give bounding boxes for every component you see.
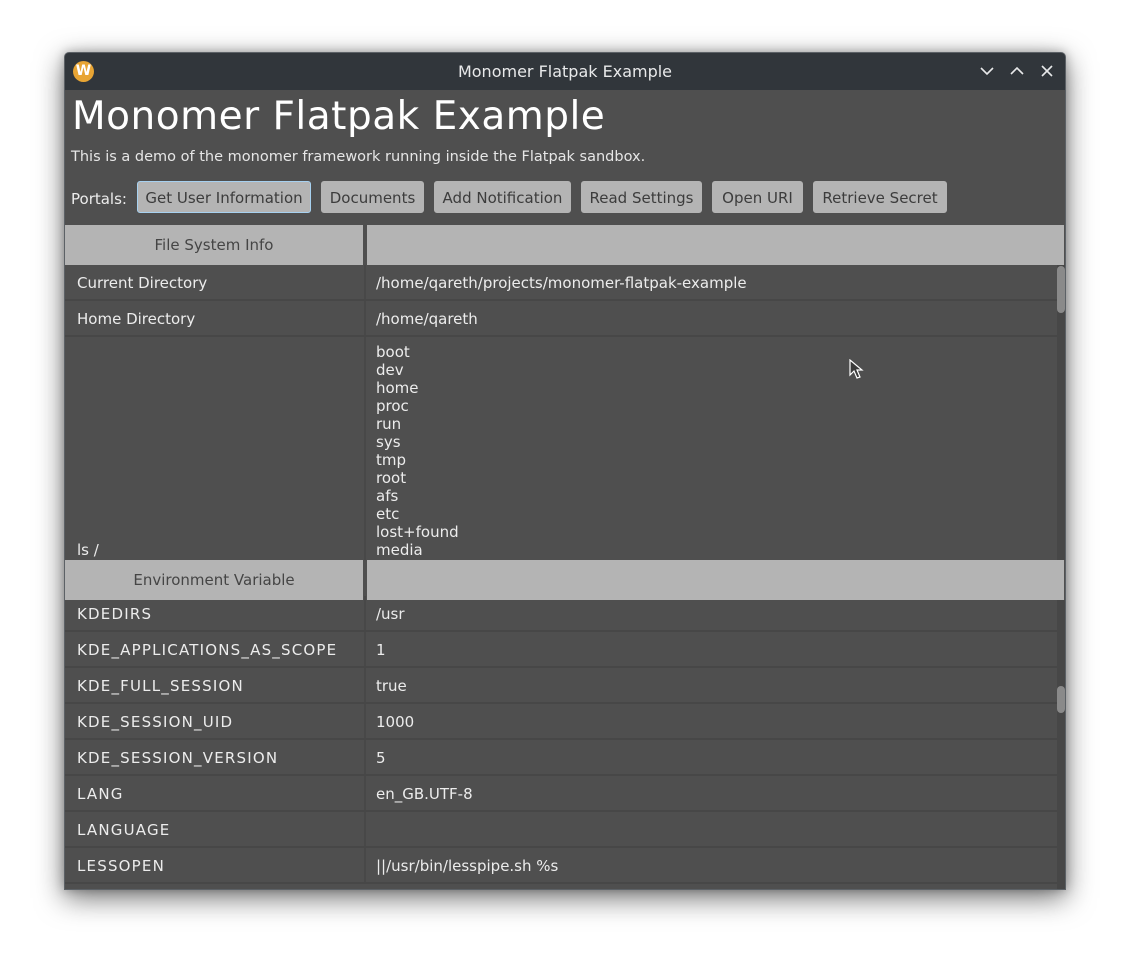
add-notification-button[interactable]: Add Notification (434, 181, 571, 213)
ls-entry: afs (376, 487, 399, 505)
env-var-value: true (376, 677, 407, 695)
chevron-up-icon (1010, 66, 1024, 75)
page-description: This is a demo of the monomer framework … (71, 149, 646, 165)
window-title: Monomer Flatpak Example (457, 62, 673, 81)
file-system-scrollbar-thumb[interactable] (1057, 266, 1065, 313)
ls-entry: run (376, 415, 402, 433)
ls-entry: sys (376, 433, 401, 451)
close-button[interactable] (1038, 62, 1056, 80)
column-divider (364, 704, 366, 738)
table-row: LANGUAGE (65, 812, 1057, 848)
table-row: KDE_SESSION_UID 1000 (65, 704, 1057, 740)
environment-scrollbar-thumb[interactable] (1057, 686, 1065, 713)
row-key: Current Directory (77, 274, 208, 292)
env-var-value: 1000 (376, 713, 415, 731)
environment-header-value (367, 560, 1064, 600)
environment-scrollbar[interactable] (1057, 600, 1065, 889)
ls-entry: tmp (376, 451, 407, 469)
env-var-name: KDEDIRS (77, 605, 153, 623)
env-var-name: LANGUAGE (77, 821, 171, 839)
ls-row: ls / boot dev home proc run sys tmp root afs etc l… (65, 337, 1057, 560)
column-divider (364, 265, 366, 299)
env-var-value: en_GB.UTF-8 (376, 785, 473, 803)
table-row: KDE_SESSION_VERSION 5 (65, 740, 1057, 776)
row-key: ls / (77, 541, 99, 559)
ls-entry: root (376, 469, 407, 487)
ls-entry: lost+found (376, 523, 459, 541)
chevron-down-icon (980, 67, 994, 76)
env-var-name: LANG (77, 785, 124, 803)
env-var-name: KDE_FULL_SESSION (77, 677, 244, 695)
portals-label: Portals: (71, 190, 127, 208)
column-divider (364, 301, 366, 335)
file-system-header: File System Info (65, 225, 1064, 265)
row-value: /home/qareth/projects/monomer-flatpak-ex… (376, 274, 747, 292)
table-row: LESSOPEN ||/usr/bin/lesspipe.sh %s (65, 848, 1057, 884)
table-row: KDEDIRS/usr (65, 596, 1057, 632)
ls-entry: media (376, 541, 423, 559)
minimize-button[interactable] (978, 62, 996, 80)
ls-entry: dev (376, 361, 404, 379)
app-window: W Monomer Flatpak Example Monomer Flatpa… (64, 52, 1066, 890)
ls-entry: proc (376, 397, 409, 415)
table-row: Current Directory /home/qareth/projects/… (65, 265, 1057, 301)
column-divider (364, 848, 366, 882)
page-title: Monomer Flatpak Example (72, 94, 606, 139)
table-row: KDE_FULL_SESSION true (65, 668, 1057, 704)
env-var-value: 5 (376, 749, 386, 767)
ls-entry: home (376, 379, 419, 397)
row-value: /home/qareth (376, 310, 478, 328)
table-row: Home Directory /home/qareth (65, 301, 1057, 337)
ls-entries-list: boot dev home proc run sys tmp root afs etc lost+f… (376, 343, 459, 559)
column-divider (364, 740, 366, 774)
read-settings-button[interactable]: Read Settings (581, 181, 702, 213)
ls-entry: etc (376, 505, 400, 523)
open-uri-button[interactable]: Open URI (712, 181, 803, 213)
column-divider (364, 337, 366, 560)
environment-header: Environment Variable (65, 560, 1064, 600)
column-divider (364, 596, 366, 630)
main-content: Monomer Flatpak Example This is a demo o… (65, 90, 1065, 889)
env-var-name: LESSOPEN (77, 857, 166, 875)
env-var-name: KDE_SESSION_UID (77, 713, 234, 731)
maximize-button[interactable] (1008, 62, 1026, 80)
env-var-value: /usr (376, 605, 405, 623)
ls-entry: boot (376, 343, 410, 361)
env-var-value: ||/usr/bin/lesspipe.sh %s (376, 857, 559, 875)
table-row: LANG en_GB.UTF-8 (65, 776, 1057, 812)
close-icon (1041, 65, 1053, 77)
column-divider (364, 812, 366, 846)
environment-header-label: Environment Variable (65, 560, 363, 600)
table-row: KDE_APPLICATIONS_AS_SCOPE 1 (65, 632, 1057, 668)
file-system-scrollbar[interactable] (1057, 265, 1065, 560)
file-system-header-value (367, 225, 1064, 265)
mouse-cursor-icon (848, 358, 864, 385)
env-var-name: KDE_APPLICATIONS_AS_SCOPE (77, 641, 338, 659)
documents-button[interactable]: Documents (321, 181, 424, 213)
title-bar[interactable]: W Monomer Flatpak Example (65, 53, 1065, 90)
row-key: Home Directory (77, 310, 196, 328)
retrieve-secret-button[interactable]: Retrieve Secret (813, 181, 947, 213)
get-user-information-button[interactable]: Get User Information (137, 181, 311, 213)
column-divider (364, 668, 366, 702)
file-system-header-label: File System Info (65, 225, 363, 265)
column-divider (364, 776, 366, 810)
env-var-value: 1 (376, 641, 386, 659)
column-divider (364, 632, 366, 666)
env-var-name: KDE_SESSION_VERSION (77, 749, 279, 767)
